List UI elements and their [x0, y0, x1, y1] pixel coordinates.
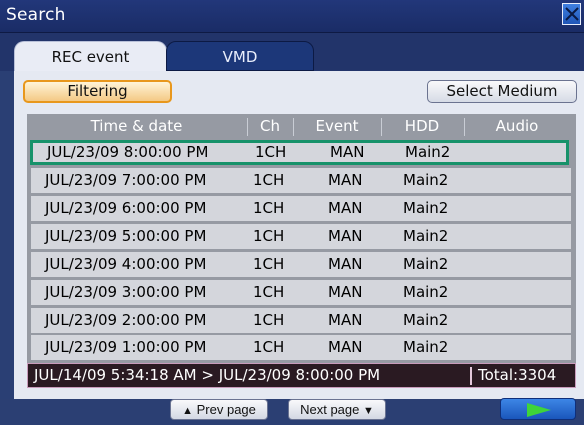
prev-page-label: Prev page	[196, 402, 256, 417]
cell-event: MAN	[328, 171, 363, 189]
close-x-icon	[565, 7, 579, 21]
close-button[interactable]	[562, 3, 581, 25]
tab-vmd[interactable]: VMD	[166, 41, 314, 71]
cell-hdd: Main2	[403, 255, 449, 273]
cell-hdd: Main2	[403, 311, 449, 329]
header-event: Event	[315, 117, 359, 135]
cell-hdd: Main2	[403, 283, 449, 301]
cell-event: MAN	[328, 338, 363, 356]
cell-time-date: JUL/23/09 8:00:00 PM	[47, 143, 209, 161]
search-range-text: JUL/14/09 5:34:18 AM > JUL/23/09 8:00:00…	[34, 366, 381, 384]
cell-event: MAN	[328, 255, 363, 273]
cell-time-date: JUL/23/09 1:00:00 PM	[45, 338, 207, 356]
title-bar	[0, 0, 584, 33]
next-page-button[interactable]: Next page ▼	[288, 399, 386, 420]
header-time-date: Time & date	[90, 117, 183, 135]
cell-hdd: Main2	[403, 227, 449, 245]
table-row[interactable]: JUL/23/09 2:00:00 PM 1CH MAN Main2	[31, 308, 571, 333]
cell-time-date: JUL/23/09 3:00:00 PM	[45, 283, 207, 301]
next-page-label: Next page	[300, 402, 360, 417]
cell-time-date: JUL/23/09 7:00:00 PM	[45, 171, 207, 189]
cell-hdd: Main2	[405, 143, 451, 161]
cell-hdd: Main2	[403, 199, 449, 217]
cell-event: MAN	[328, 199, 363, 217]
cell-hdd: Main2	[403, 171, 449, 189]
prev-page-button[interactable]: ▲ Prev page	[170, 399, 268, 420]
cell-time-date: JUL/23/09 6:00:00 PM	[45, 199, 207, 217]
table-row-selected[interactable]: JUL/23/09 8:00:00 PM 1CH MAN Main2	[30, 140, 569, 165]
table-row[interactable]: JUL/23/09 4:00:00 PM 1CH MAN Main2	[31, 252, 571, 277]
cell-ch: 1CH	[253, 255, 285, 273]
cell-ch: 1CH	[253, 283, 285, 301]
header-hdd: HDD	[404, 117, 440, 135]
table-row[interactable]: JUL/23/09 3:00:00 PM 1CH MAN Main2	[31, 280, 571, 305]
table-row[interactable]: JUL/23/09 5:00:00 PM 1CH MAN Main2	[31, 224, 571, 249]
play-arrow-icon	[527, 403, 551, 417]
cell-ch: 1CH	[253, 227, 285, 245]
play-button[interactable]	[500, 398, 576, 420]
filtering-button[interactable]: Filtering	[23, 80, 172, 103]
triangle-down-icon: ▼	[363, 405, 374, 417]
triangle-up-icon: ▲	[182, 405, 193, 417]
cell-event: MAN	[328, 227, 363, 245]
cell-ch: 1CH	[253, 199, 285, 217]
cell-event: MAN	[328, 283, 363, 301]
table-row[interactable]: JUL/23/09 6:00:00 PM 1CH MAN Main2	[31, 196, 571, 221]
tab-rec-event[interactable]: REC event	[14, 41, 167, 71]
total-count: Total:3304	[478, 366, 557, 384]
header-ch: Ch	[260, 117, 280, 135]
cell-event: MAN	[330, 143, 365, 161]
select-medium-button[interactable]: Select Medium	[427, 80, 577, 103]
cell-hdd: Main2	[403, 338, 449, 356]
cell-time-date: JUL/23/09 2:00:00 PM	[45, 311, 207, 329]
cell-ch: 1CH	[255, 143, 287, 161]
cell-event: MAN	[328, 311, 363, 329]
cell-ch: 1CH	[253, 311, 285, 329]
cell-ch: 1CH	[253, 338, 285, 356]
table-row[interactable]: JUL/23/09 7:00:00 PM 1CH MAN Main2	[31, 168, 571, 193]
table-row[interactable]: JUL/23/09 1:00:00 PM 1CH MAN Main2	[31, 335, 571, 360]
cell-ch: 1CH	[253, 171, 285, 189]
cell-time-date: JUL/23/09 5:00:00 PM	[45, 227, 207, 245]
search-range-bar: JUL/14/09 5:34:18 AM > JUL/23/09 8:00:00…	[27, 363, 576, 388]
total-divider	[470, 367, 472, 385]
window-title: Search	[6, 5, 66, 25]
cell-time-date: JUL/23/09 4:00:00 PM	[45, 255, 207, 273]
header-audio: Audio	[495, 117, 539, 135]
